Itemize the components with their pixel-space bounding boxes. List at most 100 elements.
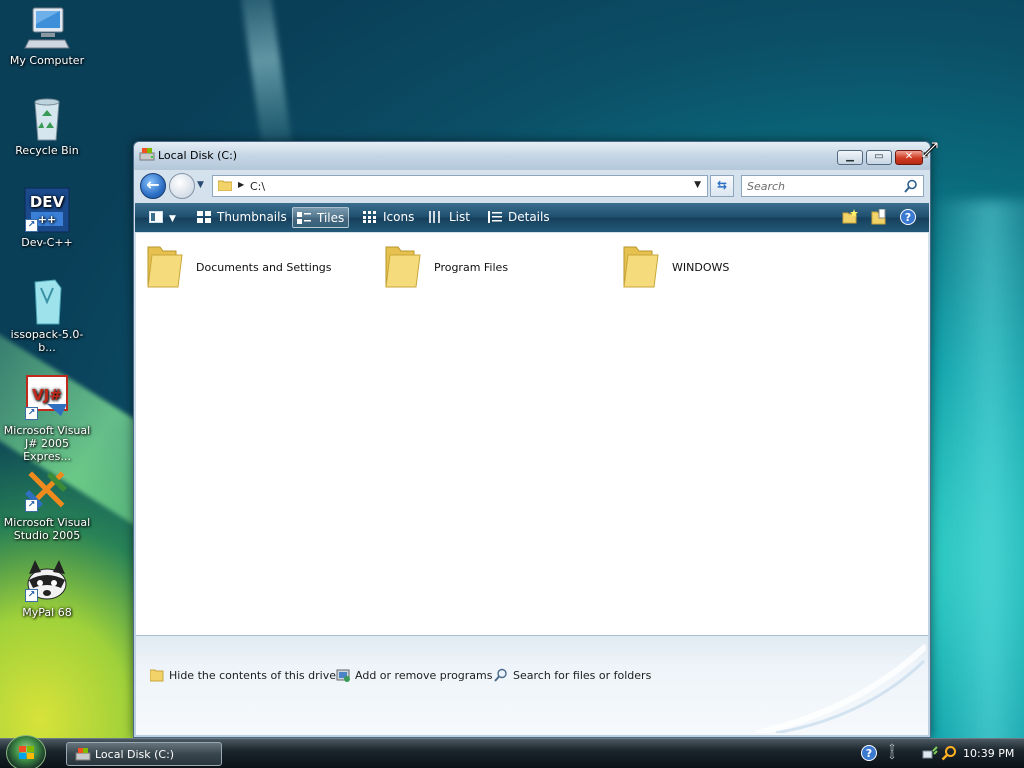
wallpaper-streak [930, 200, 1024, 760]
recent-pages-dropdown[interactable]: ▼ [197, 180, 207, 190]
breadcrumb-arrow-icon[interactable]: ▶ [238, 180, 244, 189]
maximize-button[interactable]: ▭ [866, 150, 892, 165]
folder-name: Documents and Settings [196, 261, 332, 274]
task-label: Search for files or folders [513, 669, 652, 682]
forward-button[interactable] [169, 173, 195, 199]
desktop-icon-label: issopack-5.0-b... [10, 328, 84, 354]
hide-drive-contents-link[interactable]: Hide the contents of this drive [149, 668, 336, 682]
search-files-link[interactable]: Search for files or folders [494, 668, 651, 682]
thumbnails-view-button[interactable]: Thumbnails [193, 207, 291, 228]
folder-tile-windows[interactable]: WINDOWS [616, 239, 846, 291]
file-list-area[interactable]: Documents and Settings Program Files WIN… [136, 233, 928, 635]
shortcut-arrow-icon: ↗ [25, 219, 38, 232]
taskbar: Local Disk (C:) ? ⇧ ⇩ 10:39 PM [0, 735, 1024, 768]
close-button[interactable]: ✕ [895, 150, 923, 165]
desktop-icon-visual-jsharp[interactable]: VJ# ↗ Microsoft Visual J# 2005 Expres... [2, 374, 92, 463]
shortcut-arrow-icon: ↗ [25, 589, 38, 602]
details-label: Details [508, 210, 550, 224]
icons-view-button[interactable]: Icons [359, 207, 418, 228]
search-tray-icon[interactable] [941, 745, 957, 761]
views-icon [149, 209, 163, 223]
svg-text:++: ++ [38, 213, 56, 226]
start-button[interactable] [6, 735, 46, 768]
navigation-bar: ← ▼ ▶ C:\ ▼ ⇆ Search [134, 172, 930, 200]
icons-grid-icon [363, 209, 377, 223]
desktop-icon-my-computer[interactable]: My Computer [2, 4, 92, 67]
help-tray-icon[interactable]: ? [861, 745, 877, 761]
desktop-icon-dev-cpp[interactable]: DEV ++ ↗ Dev-C++ [2, 186, 92, 249]
list-view-button[interactable]: List [425, 207, 474, 228]
drive-icon [139, 147, 155, 161]
address-dropdown-icon[interactable]: ▼ [694, 180, 701, 190]
icons-label: Icons [383, 210, 415, 224]
tiles-view-button[interactable]: Tiles [292, 207, 350, 228]
thumbnails-icon [197, 209, 211, 223]
svg-text:?: ? [866, 747, 872, 760]
help-icon[interactable]: ? [900, 209, 916, 225]
details-view-button[interactable]: Details [484, 207, 554, 228]
thumbnails-label: Thumbnails [217, 210, 287, 224]
list-icon [429, 209, 443, 223]
taskbar-button-label: Local Disk (C:) [95, 748, 175, 761]
vj-badge-text: VJ# [32, 386, 62, 404]
mypal-raccoon-icon: ↗ [23, 556, 71, 604]
folder-icon [217, 179, 233, 192]
new-folder-icon[interactable] [842, 209, 858, 225]
windows-logo-icon [19, 746, 34, 759]
back-button[interactable]: ← [140, 173, 166, 199]
resize-cursor-icon [922, 142, 938, 158]
taskbar-button-local-disk[interactable]: Local Disk (C:) [66, 742, 222, 766]
folder-icon [149, 668, 164, 682]
programs-icon [336, 668, 350, 682]
details-icon [488, 209, 502, 223]
command-bar: ▼ Thumbnails Tiles Icons List Details ? [135, 203, 929, 232]
svg-text:?: ? [905, 211, 911, 224]
task-label: Hide the contents of this drive [169, 669, 336, 682]
search-placeholder: Search [747, 180, 786, 193]
visual-studio-icon: ↗ [23, 466, 71, 514]
folder-tile-program-files[interactable]: Program Files [378, 239, 608, 291]
desktop-icon-recycle-bin[interactable]: Recycle Bin [2, 94, 92, 157]
shortcut-arrow-icon: ↗ [25, 407, 38, 420]
desktop-icon-label: MyPal 68 [22, 606, 72, 619]
shortcut-arrow-icon: ↗ [25, 499, 38, 512]
desktop-icon-label: My Computer [9, 54, 85, 67]
desktop-icon-mypal[interactable]: ↗ MyPal 68 [2, 556, 92, 619]
window-title: Local Disk (C:) [158, 149, 238, 162]
desktop-icon-label: Recycle Bin [15, 144, 79, 157]
search-input[interactable]: Search [741, 175, 924, 197]
task-label: Add or remove programs [355, 669, 493, 682]
network-icon[interactable] [922, 745, 938, 761]
search-icon [494, 668, 508, 682]
address-path: C:\ [250, 180, 266, 193]
file-icon [23, 278, 71, 326]
show-hidden-icons-arrow-icon[interactable]: ⇧ ⇩ [884, 744, 900, 762]
wallpaper-streak [236, 0, 294, 162]
views-menu-button[interactable]: ▼ [145, 207, 180, 228]
add-remove-programs-link[interactable]: Add or remove programs [336, 668, 493, 682]
explorer-window: Local Disk (C:) ▁ ▭ ✕ ← ▼ ▶ C:\ ▼ ⇆ Sear… [133, 141, 931, 738]
address-bar[interactable]: ▶ C:\ ▼ [212, 175, 708, 197]
folder-icon [146, 243, 186, 289]
refresh-button[interactable]: ⇆ [710, 175, 734, 197]
desktop-icon-visual-studio[interactable]: ↗ Microsoft Visual Studio 2005 [2, 466, 92, 542]
dev-badge-text: DEV [30, 193, 65, 211]
computer-icon [23, 4, 71, 52]
search-icon[interactable] [904, 179, 918, 193]
folder-icon [622, 243, 662, 289]
folder-icon [384, 243, 424, 289]
folder-name: WINDOWS [672, 261, 730, 274]
properties-icon[interactable] [871, 208, 887, 225]
details-pane: Hide the contents of this drive Add or r… [136, 635, 928, 735]
chevron-down-icon: ▼ [169, 214, 176, 224]
folder-tile-documents-and-settings[interactable]: Documents and Settings [140, 239, 370, 291]
folder-name: Program Files [434, 261, 509, 274]
desktop-icon-label: Microsoft Visual J# 2005 Expres... [3, 424, 91, 463]
tiles-label: Tiles [317, 211, 345, 225]
visual-jsharp-icon: VJ# ↗ [23, 374, 71, 422]
minimize-button[interactable]: ▁ [837, 150, 863, 165]
desktop-icon-issopack[interactable]: issopack-5.0-b... [2, 278, 92, 354]
title-bar[interactable]: Local Disk (C:) ▁ ▭ ✕ [134, 142, 930, 170]
clock[interactable]: 10:39 PM [963, 747, 1014, 760]
desktop-icon-label: Microsoft Visual Studio 2005 [3, 516, 91, 542]
